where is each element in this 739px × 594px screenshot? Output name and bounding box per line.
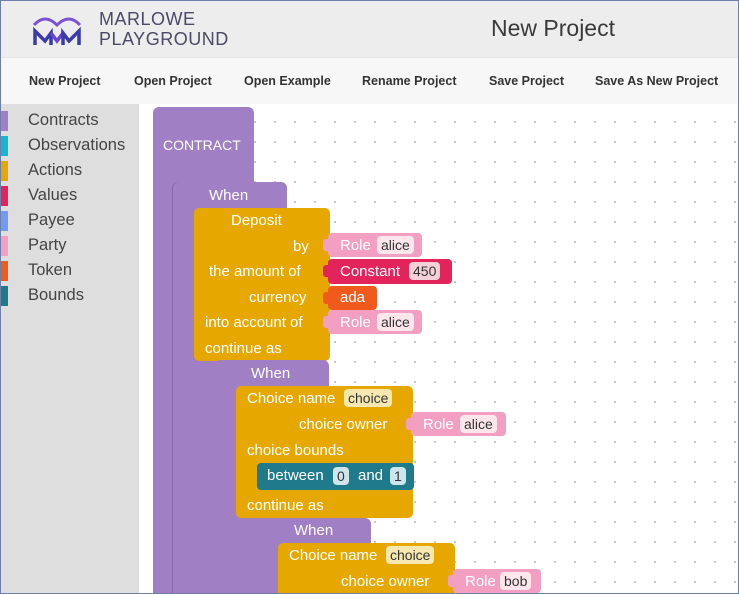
brand-line2: PLAYGROUND — [99, 29, 229, 49]
category-label: Contracts — [28, 111, 99, 129]
role-label: Role — [465, 573, 496, 590]
save-project-button[interactable]: Save Project — [489, 74, 564, 88]
role-name-field[interactable]: bob — [500, 572, 532, 590]
category-label: Actions — [28, 161, 83, 179]
category-color-swatch — [1, 286, 8, 306]
when-label: When — [294, 522, 334, 539]
save-as-new-project-button[interactable]: Save As New Project — [595, 74, 718, 88]
category-bounds[interactable]: Bounds — [1, 284, 139, 308]
choice-name-label: Choice name — [247, 390, 336, 407]
when-label: When — [251, 365, 291, 382]
deposit-account-label: into account of — [205, 314, 303, 331]
choice-owner-label: choice owner — [341, 573, 430, 590]
deposit-amount-label: the amount of — [209, 263, 301, 280]
role-connector — [323, 239, 333, 251]
category-actions[interactable]: Actions — [1, 159, 139, 183]
category-color-swatch — [1, 211, 8, 231]
contract-label: CONTRACT — [163, 137, 241, 153]
constant-value-field[interactable]: 450 — [409, 262, 441, 280]
deposit-continue-label: continue as — [205, 340, 282, 357]
category-color-swatch — [1, 111, 8, 131]
deposit-label: Deposit — [231, 212, 282, 229]
category-values[interactable]: Values — [1, 184, 139, 208]
category-observations[interactable]: Observations — [1, 134, 139, 158]
category-label: Bounds — [28, 286, 84, 304]
category-payee[interactable]: Payee — [1, 209, 139, 233]
toolbar: New Project Open Project Open Example Re… — [1, 57, 738, 105]
role-label: Role — [340, 237, 371, 254]
category-color-swatch — [1, 136, 8, 156]
token-label: ada — [340, 289, 366, 306]
choice-name-field[interactable]: choice — [386, 546, 435, 564]
role-label: Role — [423, 416, 454, 433]
when-label: When — [209, 187, 249, 204]
category-contracts[interactable]: Contracts — [1, 109, 139, 133]
rename-project-button[interactable]: Rename Project — [362, 74, 456, 88]
block-toolbox: Contracts Observations Actions Values Pa… — [1, 104, 139, 593]
category-color-swatch — [1, 186, 8, 206]
brand-line1: MARLOWE — [99, 9, 196, 29]
category-color-swatch — [1, 161, 8, 181]
choice-owner-label: choice owner — [299, 416, 388, 433]
marlowe-logo-icon[interactable] — [31, 11, 83, 47]
category-label: Payee — [28, 211, 75, 229]
header: MARLOWE PLAYGROUND New Project — [1, 1, 738, 57]
category-party[interactable]: Party — [1, 234, 139, 258]
deposit-currency-label: currency — [249, 289, 307, 306]
category-color-swatch — [1, 236, 8, 256]
choice-bounds-label: choice bounds — [247, 442, 344, 459]
deposit-block[interactable] — [194, 208, 330, 361]
role-connector — [406, 418, 416, 430]
token-connector — [323, 292, 333, 304]
choice-name-label: Choice name — [289, 547, 378, 564]
open-example-button[interactable]: Open Example — [244, 74, 331, 88]
page-title: New Project — [491, 15, 615, 41]
new-project-button[interactable]: New Project — [29, 74, 101, 88]
marlowe-playground-window: MARLOWE PLAYGROUND New Project New Proje… — [0, 0, 739, 594]
role-connector — [448, 575, 458, 587]
brand-name: MARLOWE PLAYGROUND — [99, 9, 229, 49]
category-color-swatch — [1, 261, 8, 281]
constant-connector — [323, 265, 333, 277]
constant-label: Constant — [340, 263, 401, 280]
and-label: and — [358, 467, 384, 484]
category-label: Token — [28, 261, 73, 279]
open-project-button[interactable]: Open Project — [134, 74, 212, 88]
bound-high-field[interactable]: 1 — [390, 467, 406, 485]
between-label: between — [267, 467, 324, 484]
role-label: Role — [340, 314, 371, 331]
category-label: Observations — [28, 136, 126, 154]
bound-low-field[interactable]: 0 — [333, 467, 349, 485]
category-label: Party — [28, 236, 67, 254]
role-name-field[interactable]: alice — [377, 313, 414, 331]
role-name-field[interactable]: alice — [460, 415, 497, 433]
deposit-by-label: by — [293, 238, 309, 255]
choice-name-field[interactable]: choice — [344, 389, 393, 407]
role-connector — [323, 316, 333, 328]
role-name-field[interactable]: alice — [377, 236, 414, 254]
category-token[interactable]: Token — [1, 259, 139, 283]
choice-continue-label: continue as — [247, 497, 324, 514]
category-label: Values — [28, 186, 78, 204]
blockly-workspace[interactable]: CONTRACT When Deposit by the amount of c… — [139, 104, 738, 593]
